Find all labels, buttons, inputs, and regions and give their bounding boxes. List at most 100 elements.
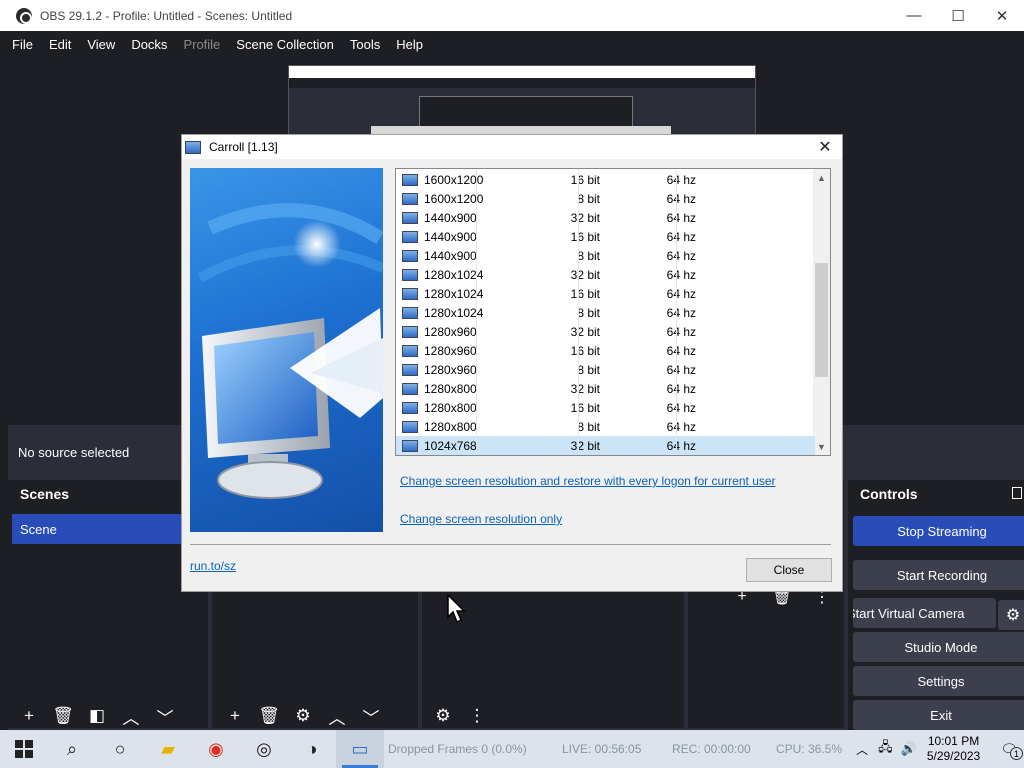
monitor-icon: [402, 325, 418, 338]
change-resolution-only-link[interactable]: Change screen resolution only: [400, 512, 562, 526]
menu-tools[interactable]: Tools: [342, 37, 388, 52]
monitor-icon: [402, 363, 418, 376]
mixer-more-icon[interactable]: ⋮: [460, 703, 494, 729]
no-source-label: No source selected: [18, 444, 130, 460]
add-source-icon[interactable]: +: [218, 703, 252, 729]
advanced-audio-gear-icon[interactable]: ⚙: [426, 703, 460, 729]
resolution-row[interactable]: 1280x1024 16 bit 64 hz: [396, 284, 815, 303]
stop-streaming-button[interactable]: Stop Streaming: [853, 516, 1024, 546]
resolution-row[interactable]: 1440x900 32 bit 64 hz: [396, 208, 815, 227]
cortana-icon[interactable]: ○: [96, 730, 144, 768]
resolution-row[interactable]: 1600x1200 16 bit 64 hz: [396, 170, 815, 189]
change-resolution-restore-link[interactable]: Change screen resolution and restore wit…: [400, 474, 776, 488]
column-divider: [476, 303, 477, 322]
monitor-icon: [402, 192, 418, 205]
resolution-row[interactable]: 1280x800 8 bit 64 hz: [396, 417, 815, 436]
resolution-bits: 32 bit: [570, 210, 600, 225]
rec-status: REC: 00:00:00: [672, 742, 751, 756]
add-scene-icon[interactable]: +: [12, 703, 46, 729]
chrome-icon[interactable]: ◉: [192, 730, 240, 768]
scenes-dock: Scene: [8, 508, 208, 728]
column-divider: [578, 417, 579, 436]
resolution-row[interactable]: 1600x1200 8 bit 64 hz: [396, 189, 815, 208]
resolution-list[interactable]: ▲ ▼ 1600x1200 16 bit 64 hz 1600x1200 8 bit 64…: [395, 168, 831, 456]
source-down-icon[interactable]: ﹀: [354, 703, 388, 729]
resolution-name: 1280x960: [424, 362, 477, 377]
obs-window-title: OBS 29.1.2 - Profile: Untitled - Scenes:…: [40, 8, 293, 23]
trash-source-icon[interactable]: 🗑: [252, 703, 286, 729]
resolution-row[interactable]: 1024x768 32 bit 64 hz: [396, 436, 815, 455]
tray-chevron-up-icon[interactable]: ︿: [850, 741, 874, 758]
resolution-row[interactable]: 1280x1024 8 bit 64 hz: [396, 303, 815, 322]
search-icon[interactable]: ⌕: [48, 730, 96, 768]
source-up-icon[interactable]: ︿: [320, 703, 354, 729]
network-icon[interactable]: 🖧: [874, 738, 897, 760]
menu-view[interactable]: View: [79, 37, 123, 52]
resolution-list-scrollbar[interactable]: ▲ ▼: [813, 169, 830, 455]
clock-time: 10:01 PM: [927, 734, 980, 748]
menu-help[interactable]: Help: [388, 37, 431, 52]
file-explorer-icon[interactable]: ▰: [144, 730, 192, 768]
resolution-bits: 8 bit: [577, 191, 600, 206]
scroll-up-icon[interactable]: ▲: [813, 169, 830, 186]
volume-icon[interactable]: 🔊: [897, 741, 921, 757]
undock-icon[interactable]: [1012, 487, 1022, 499]
start-recording-button[interactable]: Start Recording: [853, 560, 1024, 590]
obs-menu-bar: File Edit View Docks Profile Scene Colle…: [0, 31, 1024, 57]
monitor-icon: [402, 344, 418, 357]
close-window-button[interactable]: ✕: [980, 0, 1024, 31]
exit-button[interactable]: Exit: [853, 700, 1024, 730]
scene-list-item[interactable]: Scene: [12, 514, 204, 544]
move-up-icon[interactable]: ︿: [114, 703, 148, 729]
column-divider: [476, 170, 477, 189]
maximize-button[interactable]: ☐: [936, 0, 980, 31]
resolution-row[interactable]: 1280x800 16 bit 64 hz: [396, 398, 815, 417]
resolution-row[interactable]: 1440x900 16 bit 64 hz: [396, 227, 815, 246]
resolution-bits: 16 bit: [570, 229, 600, 244]
run-to-sz-link[interactable]: run.to/sz: [190, 559, 236, 573]
scenes-dock-header: Scenes: [8, 480, 208, 508]
studio-mode-button[interactable]: Studio Mode: [853, 632, 1024, 662]
obs-taskbar-icon[interactable]: ◎: [240, 730, 288, 768]
resolution-row[interactable]: 1280x960 8 bit 64 hz: [396, 360, 815, 379]
resolution-hz: 64 hz: [666, 210, 696, 225]
trash-scene-icon[interactable]: 🗑: [46, 703, 80, 729]
menu-file[interactable]: File: [4, 37, 41, 52]
resolution-hz: 64 hz: [666, 248, 696, 263]
dialog-close-button[interactable]: Close: [746, 558, 832, 582]
resolution-row[interactable]: 1440x900 8 bit 64 hz: [396, 246, 815, 265]
resolution-row[interactable]: 1280x960 16 bit 64 hz: [396, 341, 815, 360]
gear-icon[interactable]: ⚙: [286, 703, 320, 729]
dialog-close-icon[interactable]: ✕: [814, 137, 836, 157]
column-divider: [676, 398, 677, 417]
cpu-status: CPU: 36.5%: [776, 742, 843, 756]
dialog-title: Carroll [1.13]: [209, 140, 278, 154]
move-down-icon[interactable]: ﹀: [148, 703, 182, 729]
menu-docks[interactable]: Docks: [123, 37, 175, 52]
minimize-button[interactable]: —: [892, 0, 936, 31]
taskbar-clock[interactable]: 10:01 PM 5/29/2023: [927, 734, 980, 764]
windows-start-icon[interactable]: [0, 730, 48, 768]
settings-button[interactable]: Settings: [853, 666, 1024, 696]
filter-icon[interactable]: ◧: [80, 703, 114, 729]
scroll-down-icon[interactable]: ▼: [813, 438, 830, 455]
resolution-hz: 64 hz: [666, 438, 696, 453]
notifications-icon[interactable]: 🗨 1: [994, 741, 1024, 760]
column-divider: [476, 322, 477, 341]
menu-edit[interactable]: Edit: [41, 37, 79, 52]
menu-profile[interactable]: Profile: [175, 37, 228, 52]
resolution-bits: 32 bit: [570, 324, 600, 339]
clock-date: 5/29/2023: [926, 749, 981, 763]
resolution-row[interactable]: 1280x960 32 bit 64 hz: [396, 322, 815, 341]
column-divider: [676, 189, 677, 208]
resolution-row[interactable]: 1280x800 32 bit 64 hz: [396, 379, 815, 398]
virtual-camera-gear-icon[interactable]: ⚙: [998, 600, 1024, 630]
scrollbar-thumb[interactable]: [815, 263, 828, 377]
carroll-taskbar-icon[interactable]: ▭: [336, 730, 384, 768]
resolution-row[interactable]: 1280x1024 32 bit 64 hz: [396, 265, 815, 284]
column-divider: [476, 360, 477, 379]
obs-alt-taskbar-icon[interactable]: ◑: [288, 730, 336, 768]
start-virtual-camera-button[interactable]: Start Virtual Camera: [853, 598, 996, 628]
menu-scene-collection[interactable]: Scene Collection: [228, 37, 342, 52]
resolution-name: 1280x1024: [424, 267, 484, 282]
